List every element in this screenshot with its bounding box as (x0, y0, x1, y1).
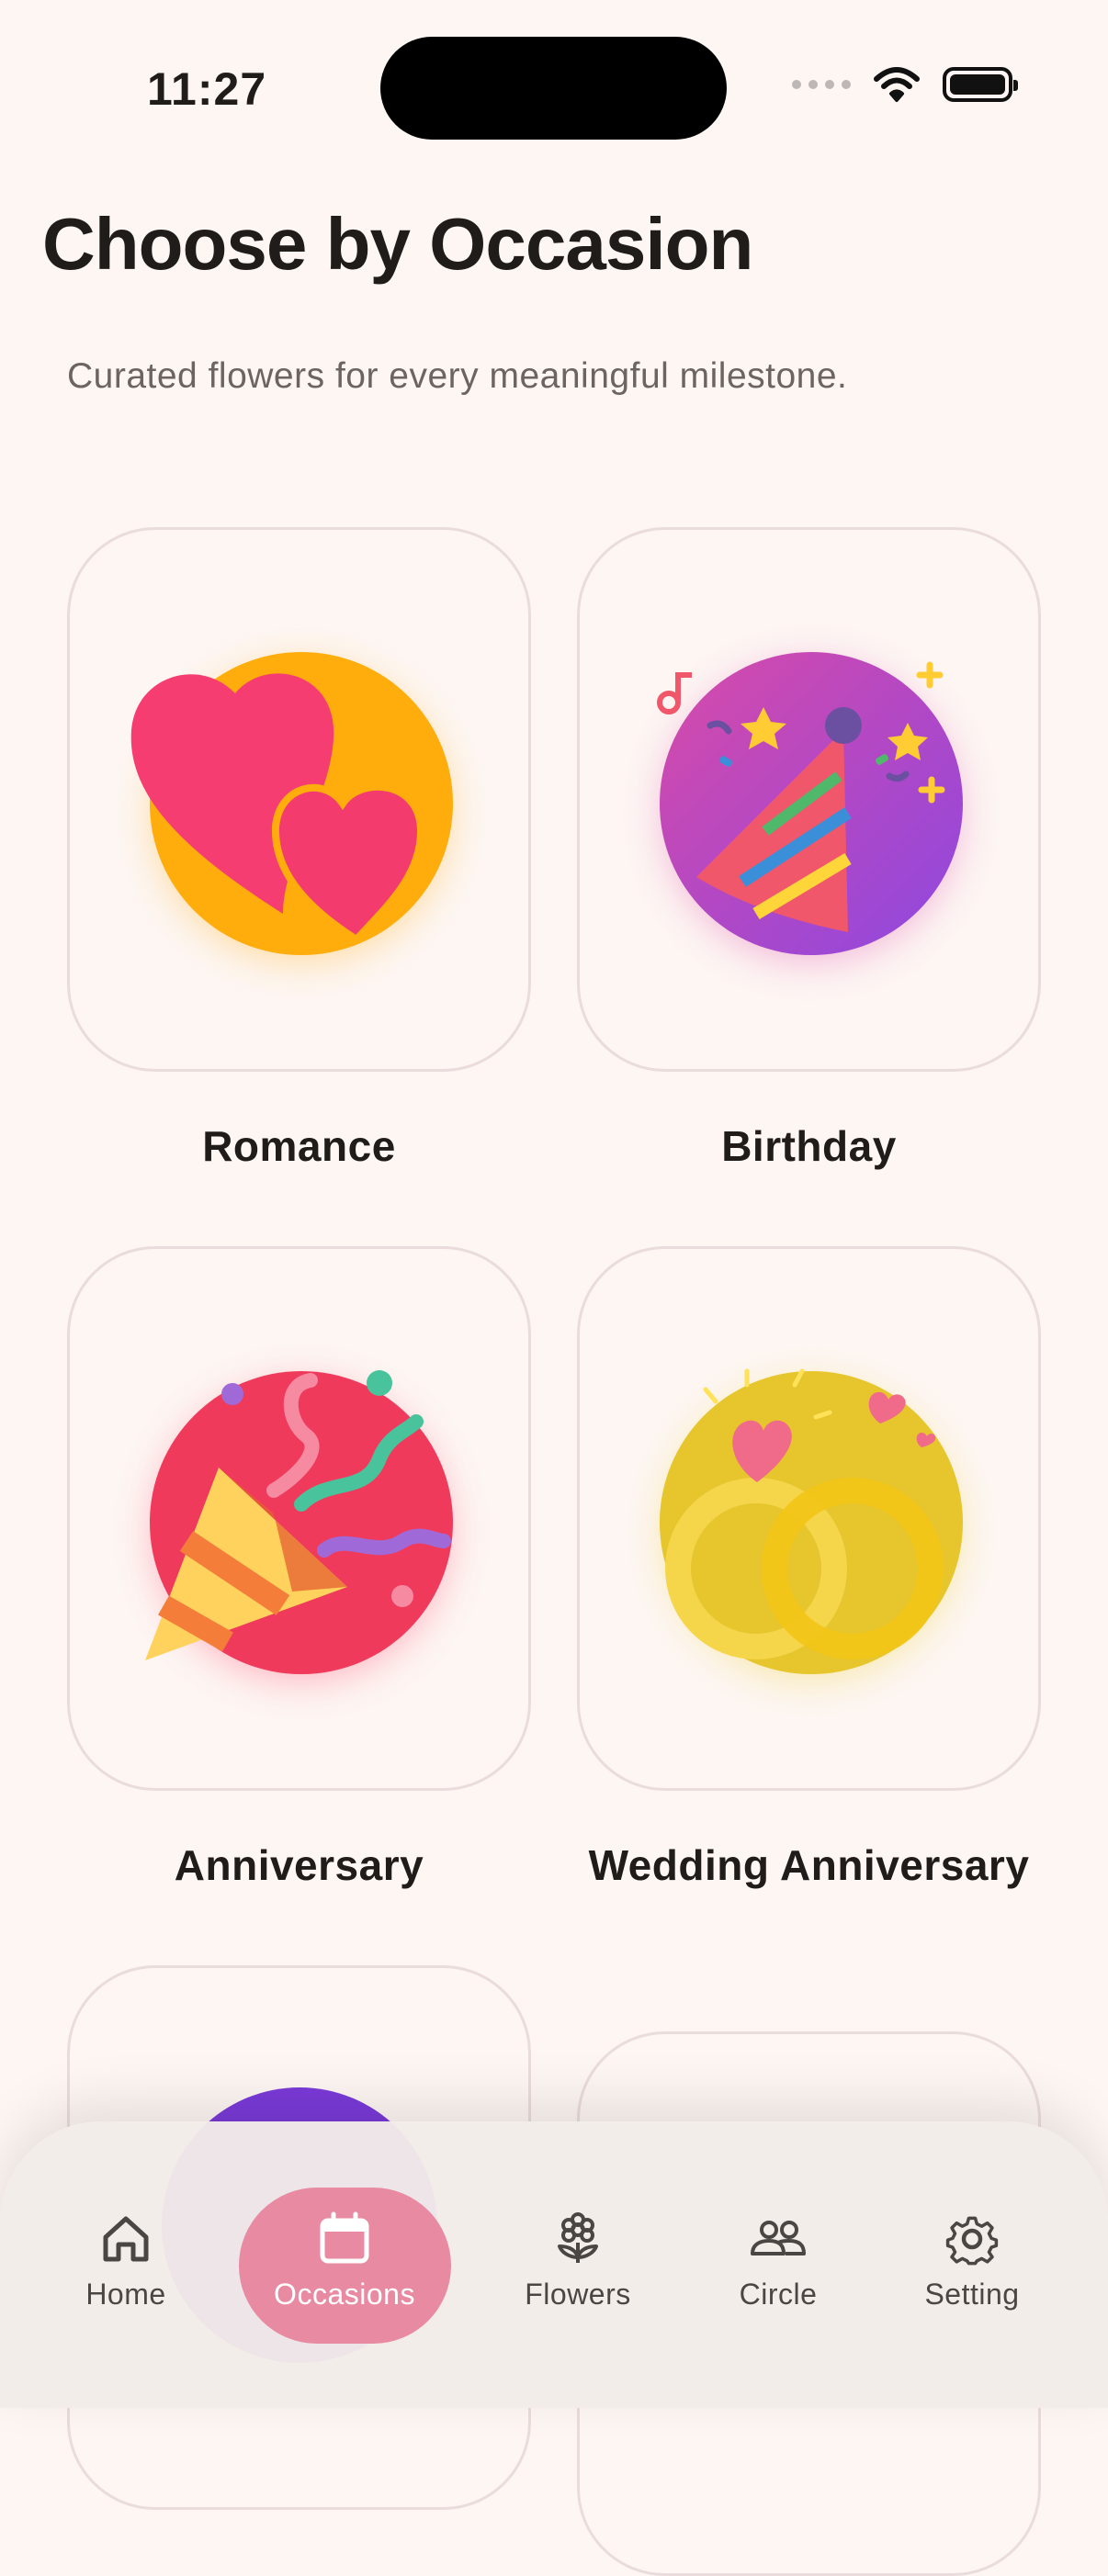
nav-label: Home (85, 2278, 166, 2311)
occasion-label: Wedding Anniversary (588, 1841, 1030, 1889)
hearts-icon (130, 647, 458, 960)
nav-label: Occasions (274, 2278, 415, 2311)
nav-item-setting[interactable]: Setting (880, 2210, 1064, 2312)
page-title: Choose by Occasion (42, 203, 753, 285)
nav-item-circle[interactable]: Circle (686, 2210, 870, 2312)
calendar-icon (320, 2211, 369, 2264)
status-icons (792, 66, 1018, 103)
occasion-label: Romance (202, 1122, 396, 1170)
nav-item-occasions[interactable]: Occasions (253, 2210, 436, 2312)
occasion-label: Birthday (721, 1122, 897, 1170)
occasion-label: Anniversary (174, 1841, 424, 1889)
people-icon (751, 2221, 806, 2255)
occasion-card-anniversary[interactable] (67, 1246, 531, 1791)
occasion-card-wedding-anniversary[interactable] (577, 1246, 1041, 1791)
nav-item-flowers[interactable]: Flowers (486, 2210, 670, 2312)
nav-label: Setting (924, 2278, 1020, 2311)
nav-item-home[interactable]: Home (34, 2210, 218, 2312)
wedding-rings-icon (655, 1367, 967, 1679)
occasion-card-romance[interactable] (67, 527, 531, 1072)
signal-icon (792, 80, 851, 89)
party-popper-icon (145, 1367, 458, 1679)
home-icon (103, 2216, 149, 2262)
nav-label: Flowers (525, 2278, 631, 2311)
flower-icon (558, 2212, 598, 2263)
bottom-nav: Home Occasions Flowers Circle Setting (0, 2121, 1108, 2408)
party-hat-icon (655, 647, 967, 960)
nav-label: Circle (739, 2278, 818, 2311)
page-subtitle: Curated flowers for every meaningful mil… (67, 356, 848, 396)
battery-icon (943, 67, 1018, 102)
wifi-icon (874, 67, 920, 102)
dynamic-island (380, 37, 727, 140)
gear-icon (945, 2216, 999, 2266)
status-time: 11:27 (147, 63, 267, 115)
occasion-card-birthday[interactable] (577, 527, 1041, 1072)
